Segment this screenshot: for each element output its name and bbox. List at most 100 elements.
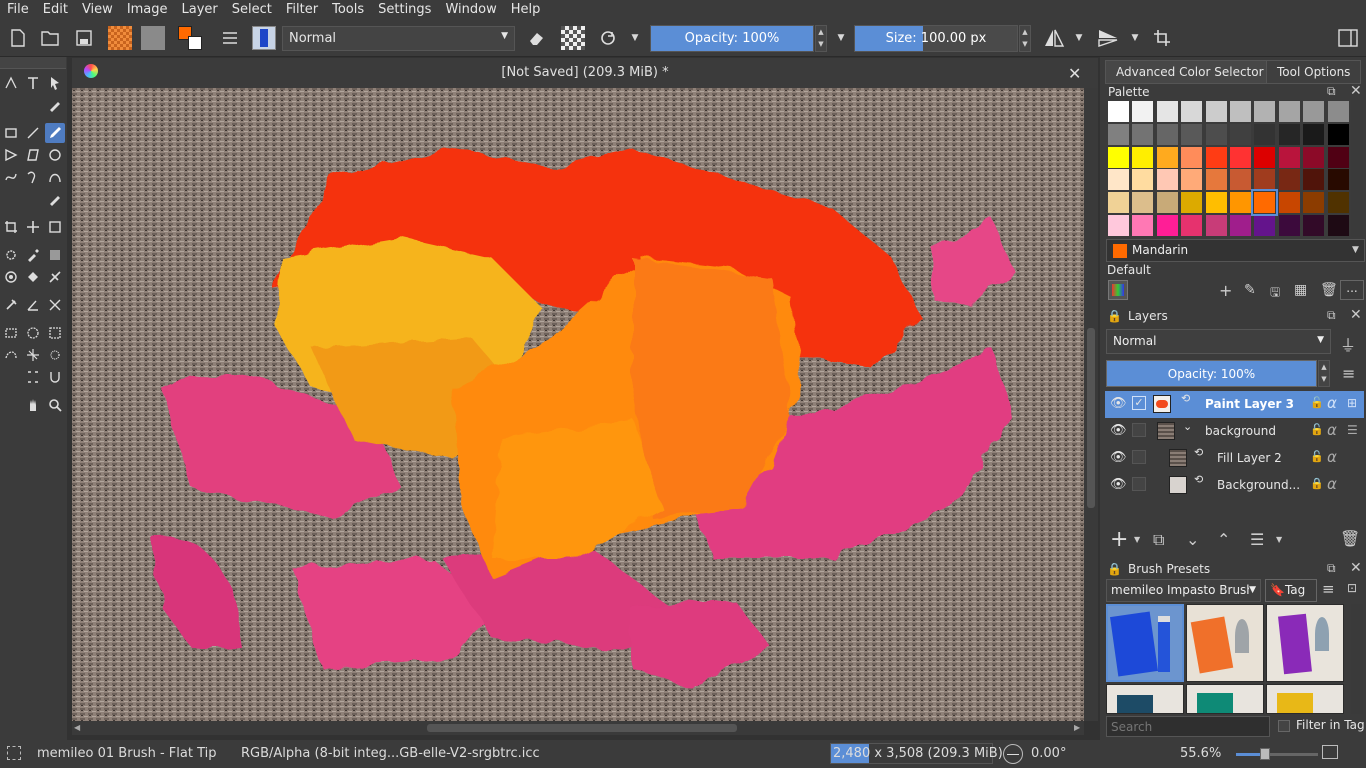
visibility-eye-icon[interactable]: 👁 (1110, 477, 1127, 492)
blend-mode-select[interactable]: Normal ▼ (282, 26, 515, 51)
float-panel-icon[interactable]: ⧉ (1327, 308, 1336, 323)
menu-image[interactable]: Image (120, 0, 175, 20)
edit-swatch-icon[interactable]: ✎ (1244, 282, 1256, 298)
layer-properties-icon[interactable]: ☰ (1250, 530, 1264, 549)
palette-grid[interactable] (1107, 100, 1351, 237)
tab-tool-options[interactable]: Tool Options (1266, 60, 1362, 84)
brush-preset-tile[interactable] (1266, 604, 1344, 682)
palette-swatch[interactable] (1253, 100, 1277, 123)
palette-swatch[interactable] (1277, 168, 1301, 192)
palette-swatch[interactable] (1326, 168, 1350, 192)
palette-swatch[interactable] (1107, 122, 1130, 146)
vertical-scroll-thumb[interactable] (1087, 328, 1095, 508)
save-palette-icon[interactable]: 🖫 (1270, 283, 1280, 304)
freehand-brush-icon[interactable] (45, 123, 65, 143)
palette-swatch[interactable] (1131, 100, 1155, 123)
palette-swatch[interactable] (1180, 122, 1204, 146)
brush-preset-icon[interactable] (252, 26, 276, 50)
mirror-horizontal-icon[interactable] (1042, 26, 1066, 50)
chevron-down-icon[interactable]: ▼ (834, 26, 848, 50)
colorize-mask-icon[interactable] (45, 267, 65, 287)
palette-swatch[interactable] (1204, 214, 1228, 237)
palette-swatch[interactable] (1155, 168, 1179, 192)
brush-preset-tile[interactable] (1186, 684, 1264, 714)
menu-view[interactable]: View (75, 0, 120, 20)
assistant-tool-icon[interactable] (1, 267, 21, 287)
chevron-down-icon[interactable]: ▼ (628, 26, 642, 50)
scroll-left-icon[interactable]: ◀ (74, 723, 80, 732)
more-options-button[interactable]: ... (1340, 280, 1364, 300)
palette-swatch[interactable] (1229, 145, 1252, 169)
close-panel-icon[interactable]: ✕ (1350, 83, 1362, 99)
polygon-tool-icon[interactable] (23, 145, 43, 165)
move-layer-down-icon[interactable]: ⌄ (1186, 530, 1199, 549)
zoom-tool-icon[interactable] (45, 395, 65, 415)
brush-preset-tile[interactable] (1266, 684, 1344, 714)
zoom-slider[interactable] (1236, 748, 1318, 760)
background-color-swatch[interactable] (188, 36, 202, 50)
palette-swatch[interactable] (1131, 168, 1155, 192)
palette-scrollbar[interactable] (1351, 100, 1363, 237)
size-slider[interactable]: Size: 100.00 px (854, 25, 1018, 52)
add-layer-icon[interactable]: + (1110, 527, 1128, 552)
perspective-grid-icon[interactable] (45, 295, 65, 315)
magnetic-selection-icon[interactable] (45, 367, 65, 387)
menu-help[interactable]: Help (504, 0, 548, 20)
palette-swatch[interactable] (1180, 191, 1204, 215)
palette-swatch[interactable] (1204, 145, 1228, 169)
delete-layer-icon[interactable]: 🗑 (1340, 529, 1360, 548)
palette-swatch[interactable] (1277, 191, 1301, 215)
palette-swatch[interactable] (1302, 168, 1326, 192)
line-tool-icon[interactable] (23, 123, 43, 143)
curve-tool-icon[interactable] (45, 167, 65, 187)
palette-swatch[interactable] (1131, 214, 1155, 237)
reference-images-icon[interactable] (1, 295, 21, 315)
alpha-lock-icon[interactable]: α (1327, 475, 1337, 493)
palette-swatch[interactable] (1155, 122, 1179, 146)
palette-swatch[interactable] (1131, 145, 1155, 169)
save-icon[interactable] (72, 26, 96, 50)
inherit-alpha-icon[interactable]: ⊞ (1347, 396, 1357, 410)
move-layer-up-icon[interactable]: ⌃ (1217, 530, 1230, 549)
chevron-down-icon[interactable]: ▼ (1276, 535, 1282, 544)
gradient-tool-icon[interactable] (45, 245, 65, 265)
zoom-slider-handle[interactable] (1259, 748, 1270, 760)
menu-layer[interactable]: Layer (175, 0, 225, 20)
multibrush-icon[interactable] (45, 189, 65, 209)
toolbox-handle[interactable] (0, 57, 66, 69)
menu-file[interactable]: File (0, 0, 36, 20)
pattern-icon[interactable] (141, 26, 165, 50)
color-picker-icon[interactable] (23, 245, 43, 265)
layer-opacity-slider[interactable]: Opacity: 100% (1106, 360, 1317, 387)
opacity-slider[interactable]: Opacity: 100% (650, 25, 814, 52)
preserve-alpha-icon[interactable] (561, 26, 585, 50)
palette-swatch[interactable] (1302, 214, 1326, 237)
selection-status-icon[interactable] (7, 746, 21, 760)
menu-select[interactable]: Select (225, 0, 279, 20)
alpha-lock-icon[interactable]: α (1327, 421, 1337, 439)
lock-panel-icon[interactable]: 🔒 (1107, 309, 1122, 323)
palette-swatch[interactable] (1180, 145, 1204, 169)
palette-swatch[interactable] (1326, 214, 1350, 237)
add-swatch-icon[interactable]: + (1219, 281, 1232, 300)
pass-through-icon[interactable]: ☰ (1347, 423, 1358, 437)
polygonal-selection-icon[interactable] (45, 323, 65, 343)
palette-swatch[interactable] (1229, 168, 1252, 192)
ellipse-tool-icon[interactable] (45, 145, 65, 165)
canvas-only-icon[interactable] (1322, 745, 1338, 759)
transform-tool-icon[interactable] (45, 217, 65, 237)
alpha-lock-icon[interactable]: α (1327, 448, 1337, 466)
palette-swatch[interactable] (1302, 191, 1326, 215)
wrap-around-icon[interactable] (1150, 26, 1174, 50)
brush-preset-tile[interactable] (1106, 604, 1184, 682)
contiguous-selection-icon[interactable] (23, 345, 43, 365)
palette-swatch[interactable] (1107, 145, 1130, 169)
palette-swatch[interactable] (1107, 168, 1130, 192)
delete-swatch-icon[interactable]: 🗑 (1320, 282, 1338, 298)
menu-icon[interactable]: ≡ (1322, 580, 1335, 598)
palette-swatch[interactable] (1229, 214, 1252, 237)
palette-swatch[interactable] (1251, 189, 1279, 217)
palette-swatch[interactable] (1277, 145, 1301, 169)
painting-canvas[interactable] (72, 88, 1084, 721)
palette-swatch[interactable] (1326, 145, 1350, 169)
